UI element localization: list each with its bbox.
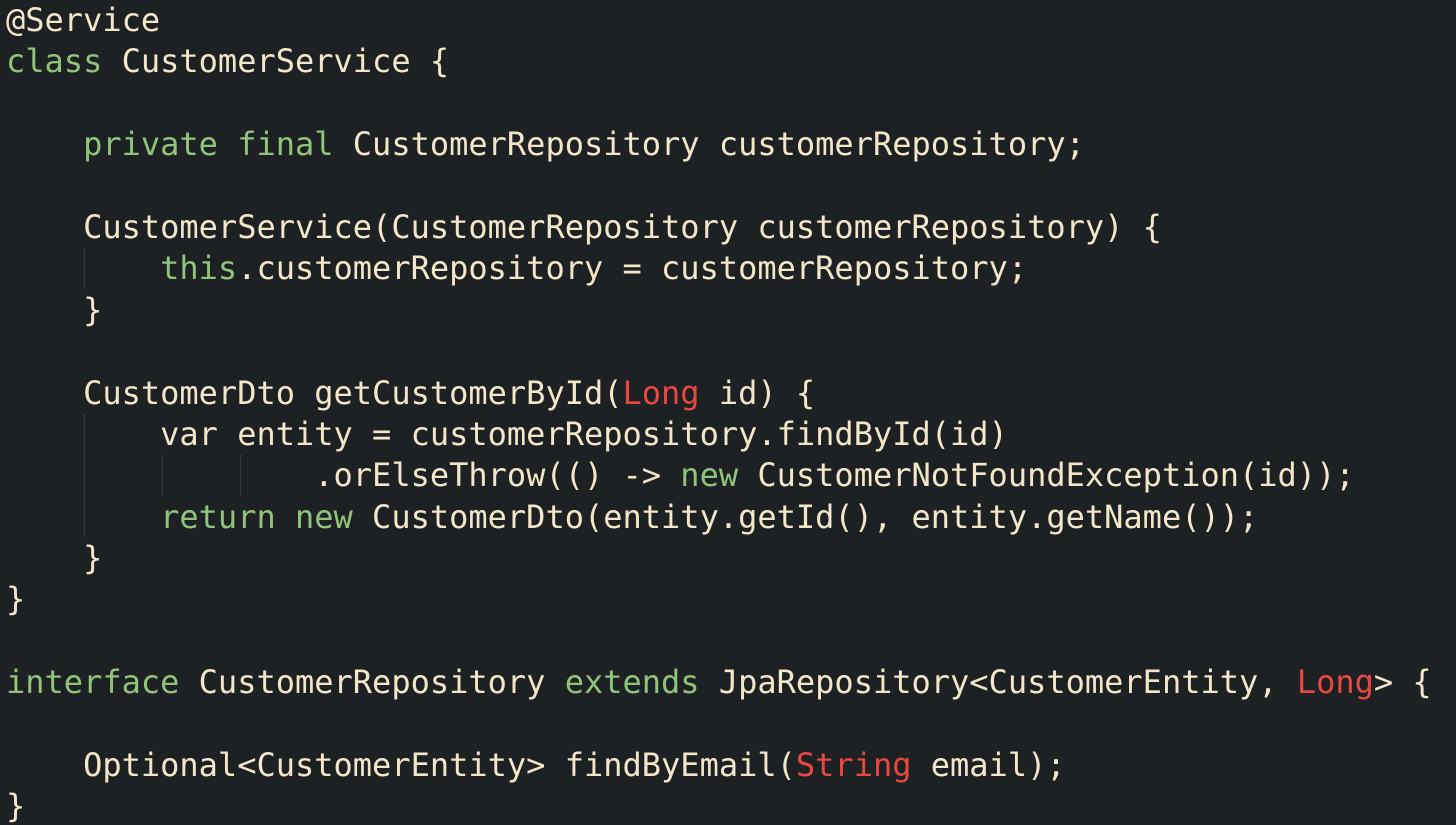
indent-guide <box>240 455 241 496</box>
code-area[interactable]: @Service class CustomerService { private … <box>6 0 1432 825</box>
code-token: final <box>237 125 334 164</box>
code-token: JpaRepository<CustomerEntity, <box>699 663 1297 702</box>
code-line-19[interactable]: Optional<CustomerEntity> findByEmail(Str… <box>6 745 1432 786</box>
code-token: CustomerRepository <box>179 663 565 702</box>
code-line-5[interactable] <box>6 166 1432 207</box>
code-token: private <box>83 125 218 164</box>
code-token: extends <box>564 663 700 702</box>
code-token: Long <box>1296 663 1374 702</box>
indent-guide <box>84 248 85 289</box>
code-token: .customerRepository = customerRepository… <box>237 249 1028 288</box>
code-token: new <box>680 456 739 495</box>
code-token: CustomerRepository customerRepository; <box>333 125 1085 164</box>
code-line-18[interactable] <box>6 704 1432 745</box>
code-token: CustomerService(CustomerRepository custo… <box>6 207 1162 246</box>
code-token: class <box>6 42 103 81</box>
code-token: this <box>160 249 238 288</box>
code-token: return <box>160 497 276 536</box>
code-line-1[interactable]: @Service <box>6 0 1432 41</box>
code-line-3[interactable] <box>6 83 1432 124</box>
code-token: var entity = customerRepository.findById… <box>6 414 1008 453</box>
indent-guide <box>162 455 163 496</box>
code-token: CustomerDto(entity.getId(), entity.getNa… <box>352 497 1259 536</box>
code-line-14[interactable]: } <box>6 538 1432 579</box>
code-line-10[interactable]: CustomerDto getCustomerById(Long id) { <box>6 373 1432 414</box>
code-token: } <box>6 580 26 619</box>
code-line-2[interactable]: class CustomerService { <box>6 41 1432 82</box>
code-line-4[interactable]: private final CustomerRepository custome… <box>6 124 1432 165</box>
indent-guide <box>84 414 85 538</box>
code-line-15[interactable]: } <box>6 579 1432 620</box>
code-line-12[interactable]: .orElseThrow(() -> new CustomerNotFoundE… <box>6 455 1432 496</box>
code-token: } <box>6 539 103 578</box>
code-line-13[interactable]: return new CustomerDto(entity.getId(), e… <box>6 497 1432 538</box>
code-token: email); <box>911 746 1066 785</box>
code-token: > { <box>1373 663 1432 702</box>
code-token: Optional<CustomerEntity> findByEmail( <box>6 746 796 785</box>
code-token: Long <box>622 373 700 412</box>
code-token: CustomerNotFoundException(id)); <box>738 456 1355 495</box>
code-token: CustomerDto getCustomerById( <box>6 373 623 412</box>
code-token: @Service <box>6 1 161 39</box>
code-token: String <box>795 746 912 785</box>
code-line-17[interactable]: interface CustomerRepository extends Jpa… <box>6 662 1432 703</box>
code-token: .orElseThrow(() -> <box>6 456 681 495</box>
code-editor[interactable]: @Service class CustomerService { private … <box>0 0 1456 825</box>
code-line-20[interactable]: } <box>6 786 1432 825</box>
code-line-8[interactable]: } <box>6 290 1432 331</box>
code-line-9[interactable] <box>6 331 1432 372</box>
code-token: CustomerService { <box>102 42 450 81</box>
code-token: id) { <box>699 373 816 412</box>
code-token: } <box>6 787 26 825</box>
code-line-7[interactable]: this.customerRepository = customerReposi… <box>6 248 1432 289</box>
code-line-11[interactable]: var entity = customerRepository.findById… <box>6 414 1432 455</box>
code-line-16[interactable] <box>6 621 1432 662</box>
code-token: new <box>294 497 353 536</box>
code-token: } <box>6 290 103 329</box>
code-token: interface <box>6 663 180 702</box>
code-line-6[interactable]: CustomerService(CustomerRepository custo… <box>6 207 1432 248</box>
